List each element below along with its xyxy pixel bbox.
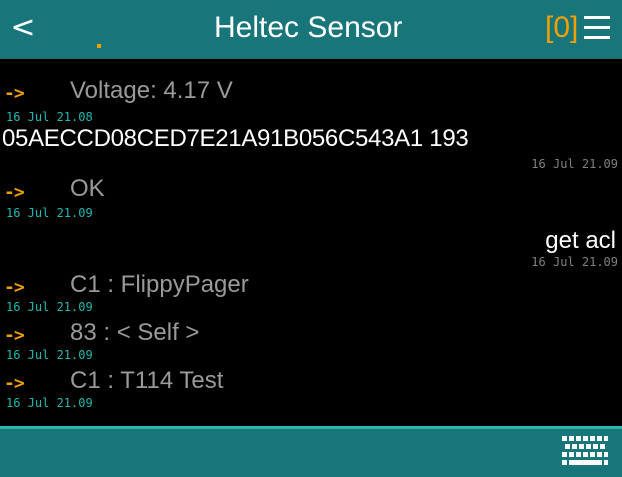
menu-icon[interactable] [584,14,610,42]
incoming-message: -> C1 : FlippyPager 16 Jul 21.09 [0,269,622,317]
outgoing-message: get acl 16 Jul 21.09 [0,222,622,270]
incoming-message: -> OK 16 Jul 21.09 [0,172,622,224]
app-screen: < Heltec Sensor [0] -> Voltage: 4.17 V 1… [0,0,622,477]
incoming-arrow-icon: -> [4,373,25,394]
message-text: OK [70,175,105,202]
message-timestamp: 16 Jul 21.09 [531,157,618,171]
incoming-message: -> C1 : T114 Test 16 Jul 21.09 [0,365,622,413]
incoming-message: -> 83 : < Self > 16 Jul 21.09 [0,317,622,365]
unread-count-badge[interactable]: [0] [545,8,578,48]
message-text: 05AECCD08CED7E21A91B056C543A1 193 [2,125,469,152]
incoming-arrow-icon: -> [4,277,25,298]
incoming-arrow-icon: -> [4,83,25,104]
message-list[interactable]: -> Voltage: 4.17 V 16 Jul 21.08 05AECCD0… [0,59,622,426]
message-text: C1 : T114 Test [70,367,224,394]
message-timestamp: 16 Jul 21.09 [531,255,618,269]
message-timestamp: 16 Jul 21.09 [6,206,93,220]
outgoing-message: 05AECCD08CED7E21A91B056C543A1 193 16 Jul… [0,119,622,174]
message-text: Voltage: 4.17 V [70,77,233,104]
message-text: C1 : FlippyPager [70,271,249,298]
message-text: get acl [545,227,616,254]
page-title: Heltec Sensor [214,11,403,44]
message-timestamp: 16 Jul 21.09 [6,300,93,314]
message-timestamp: 16 Jul 21.09 [6,348,93,362]
back-button[interactable]: < [6,8,40,48]
status-dot [97,44,101,48]
compose-bar [0,429,622,477]
title-bar: < Heltec Sensor [0] [0,0,622,59]
keyboard-icon[interactable] [561,434,609,470]
message-timestamp: 16 Jul 21.09 [6,396,93,410]
incoming-arrow-icon: -> [4,325,25,346]
message-text: 83 : < Self > [70,319,200,346]
incoming-arrow-icon: -> [4,182,25,203]
